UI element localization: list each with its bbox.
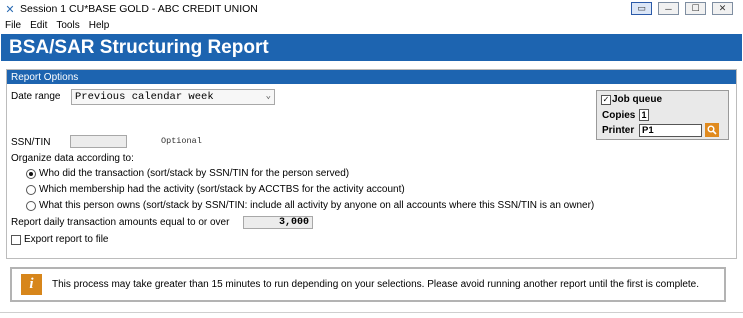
info-icon: i — [21, 274, 42, 295]
search-icon — [707, 125, 717, 135]
cu-base-icon: ✕ — [5, 3, 15, 16]
report-options-panel: Report Options Date range Previous calen… — [6, 69, 737, 259]
panel-title: Report Options — [7, 70, 736, 84]
amount-label: Report daily transaction amounts equal t… — [11, 217, 230, 228]
menu-tools[interactable]: Tools — [56, 20, 79, 31]
export-label: Export report to file — [24, 234, 109, 245]
job-queue-option[interactable]: ✓ Job queue — [601, 94, 662, 105]
copies-input[interactable]: 1 — [639, 109, 649, 121]
menu-bar: File Edit Tools Help — [0, 18, 743, 33]
notice-text: This process may take greater than 15 mi… — [52, 279, 700, 290]
ssn-label: SSN/TIN — [11, 137, 51, 148]
organize-option-label: Which membership had the activity (sort/… — [39, 184, 405, 195]
job-queue-label: Job queue — [612, 94, 663, 105]
radio-membership[interactable] — [26, 184, 36, 195]
organize-label: Organize data according to: — [11, 153, 134, 164]
radio-who[interactable] — [26, 168, 36, 179]
date-range-label: Date range — [11, 91, 61, 102]
maximize-button[interactable]: ☐ — [685, 2, 706, 15]
info-notice: i This process may take greater than 15 … — [10, 267, 726, 302]
export-option[interactable]: Export report to file — [11, 234, 108, 245]
close-button[interactable]: ✕ — [712, 2, 733, 15]
window-controls: ▭ ─ ☐ ✕ — [631, 2, 733, 15]
organize-option-label: What this person owns (sort/stack by SSN… — [39, 200, 595, 211]
organize-option-owns[interactable]: What this person owns (sort/stack by SSN… — [26, 200, 594, 211]
job-queue-checkbox[interactable]: ✓ — [601, 94, 611, 105]
bottom-divider — [0, 312, 743, 313]
restore-layout-icon[interactable]: ▭ — [631, 2, 652, 15]
printer-lookup-search-icon[interactable] — [705, 123, 719, 137]
menu-file[interactable]: File — [5, 20, 21, 31]
ssn-optional-hint: Optional — [161, 136, 202, 146]
radio-owns[interactable] — [26, 200, 36, 211]
menu-help[interactable]: Help — [89, 20, 110, 31]
date-range-select[interactable]: Previous calendar week ⌄ — [71, 89, 275, 105]
job-options-box: ✓ Job queue Copies 1 Printer P1 — [596, 90, 729, 140]
ssn-input[interactable] — [70, 135, 127, 148]
organize-option-label: Who did the transaction (sort/stack by S… — [39, 168, 350, 179]
printer-label: Printer — [602, 125, 635, 136]
amount-input[interactable]: 3,000 — [243, 216, 313, 229]
date-range-value: Previous calendar week — [75, 91, 214, 103]
page-title: BSA/SAR Structuring Report — [1, 34, 742, 64]
minimize-button[interactable]: ─ — [658, 2, 679, 15]
organize-option-who[interactable]: Who did the transaction (sort/stack by S… — [26, 168, 349, 179]
export-checkbox[interactable] — [11, 234, 21, 245]
chevron-down-icon[interactable]: ⌄ — [266, 91, 271, 101]
menu-edit[interactable]: Edit — [30, 20, 47, 31]
printer-input[interactable]: P1 — [639, 124, 702, 137]
window-title: Session 1 CU*BASE GOLD - ABC CREDIT UNIO… — [20, 3, 258, 15]
organize-option-membership[interactable]: Which membership had the activity (sort/… — [26, 184, 405, 195]
copies-label: Copies — [602, 110, 636, 121]
window-titlebar: ✕ Session 1 CU*BASE GOLD - ABC CREDIT UN… — [0, 0, 743, 18]
